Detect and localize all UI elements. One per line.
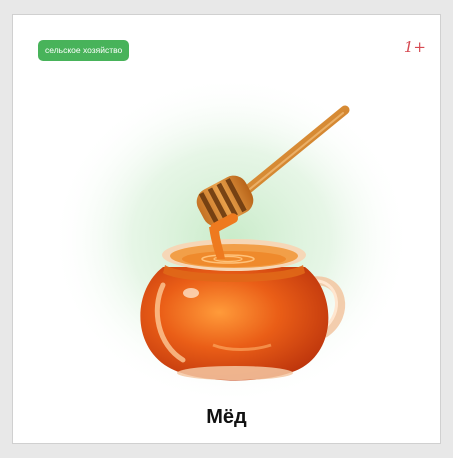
product-card[interactable]: сельское хозяйство 1+ Мёд xyxy=(12,14,441,444)
pot-body xyxy=(140,267,329,381)
honey-pot-with-dipper-icon xyxy=(51,75,411,405)
product-title: Мёд xyxy=(206,406,247,428)
